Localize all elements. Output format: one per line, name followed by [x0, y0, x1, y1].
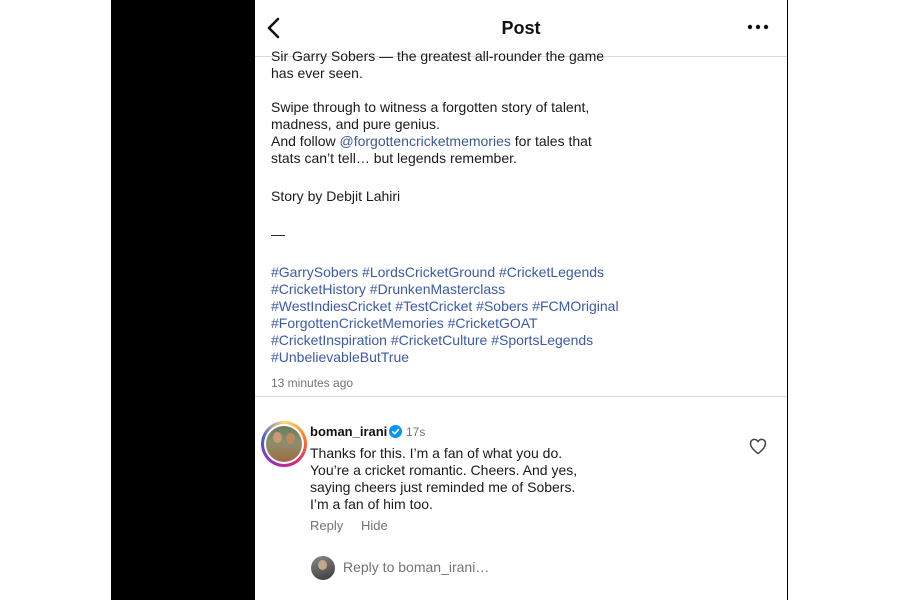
commenter-avatar[interactable] [261, 421, 307, 467]
caption-line: has ever seen. [271, 65, 363, 81]
caption-line: madness, and pure genius. [271, 116, 440, 132]
divider [255, 396, 787, 397]
caption-text: And follow [271, 133, 340, 149]
hashtag-link[interactable]: #CricketInspiration [271, 332, 387, 348]
hashtag-line: #CricketInspiration #CricketCulture #Spo… [271, 332, 771, 349]
hashtag-line: #CricketHistory #DrunkenMasterclass [271, 281, 771, 298]
story-credit: Story by Debjit Lahiri [271, 188, 401, 204]
hashtag-line: #ForgottenCricketMemories #CricketGOAT [271, 315, 771, 332]
reply-prefix: Reply to [343, 559, 399, 575]
comment-text: Thanks for this. I’m a fan of what you d… [310, 445, 610, 513]
verified-badge-icon [389, 425, 402, 438]
hashtag-link[interactable]: #UnbelievableButTrue [271, 349, 409, 365]
hashtag-block: #GarrySobers #LordsCricketGround #Cricke… [271, 264, 771, 366]
caption-line: Sir Garry Sobers — the greatest all-roun… [271, 48, 605, 64]
hashtag-link[interactable]: #CricketLegends [499, 264, 604, 280]
current-user-avatar [311, 556, 335, 580]
video-frame: Post Sir Garry Sobers — the greatest all… [111, 0, 788, 600]
separator-dash: — [271, 226, 285, 242]
hashtag-link[interactable]: #FCMOriginal [532, 298, 618, 314]
comment-time: 17s [406, 425, 426, 439]
hashtag-link[interactable]: #TestCricket [395, 298, 472, 314]
reply-target: boman_irani… [398, 559, 490, 575]
hashtag-link[interactable]: #CricketGOAT [448, 315, 538, 331]
like-heart-icon[interactable] [748, 436, 768, 456]
hashtag-line: #GarrySobers #LordsCricketGround #Cricke… [271, 264, 771, 281]
caption-text: for tales that [510, 133, 592, 149]
caption-line: Swipe through to witness a forgotten sto… [271, 99, 590, 115]
hashtag-link[interactable]: #DrunkenMasterclass [370, 281, 505, 297]
mention-link[interactable]: @forgottencricketmemories [339, 133, 510, 149]
more-options-icon[interactable] [745, 20, 771, 34]
post-caption: Sir Garry Sobers — the greatest all-roun… [271, 48, 771, 366]
post-panel: Post Sir Garry Sobers — the greatest all… [255, 0, 787, 600]
commenter-username[interactable]: boman_irani [310, 424, 387, 439]
comment-line: I’m a fan of him too. [310, 496, 433, 512]
hashtag-link[interactable]: #WestIndiesCricket [271, 298, 391, 314]
hide-button[interactable]: Hide [361, 518, 388, 533]
hashtag-link[interactable]: #SportsLegends [491, 332, 593, 348]
hashtag-link[interactable]: #LordsCricketGround [362, 264, 495, 280]
caption-line: stats can’t tell… but legends remember. [271, 150, 517, 166]
caption-line: And follow @forgottencricketmemories for… [271, 133, 771, 150]
comment-line: Thanks for this. I’m a fan of what you d… [310, 445, 563, 461]
hashtag-link[interactable]: #ForgottenCricketMemories [271, 315, 444, 331]
comment-line: saying cheers just reminded me of Sobers… [310, 479, 576, 495]
hashtag-line: #WestIndiesCricket #TestCricket #Sobers … [271, 298, 771, 315]
reply-input[interactable]: Reply to boman_irani… [343, 559, 489, 575]
comment-line: You’re a cricket romantic. Cheers. And y… [310, 462, 578, 478]
hashtag-link[interactable]: #CricketHistory [271, 281, 366, 297]
post-timestamp: 13 minutes ago [271, 376, 354, 390]
page-title: Post [501, 18, 541, 38]
hashtag-link[interactable]: #CricketCulture [391, 332, 487, 348]
hashtag-link[interactable]: #GarrySobers [271, 264, 358, 280]
reply-button[interactable]: Reply [310, 518, 343, 533]
hashtag-line: #UnbelievableButTrue [271, 349, 771, 366]
hashtag-link[interactable]: #Sobers [476, 298, 528, 314]
avatar-image [266, 426, 302, 462]
avatar-frame [264, 424, 304, 464]
